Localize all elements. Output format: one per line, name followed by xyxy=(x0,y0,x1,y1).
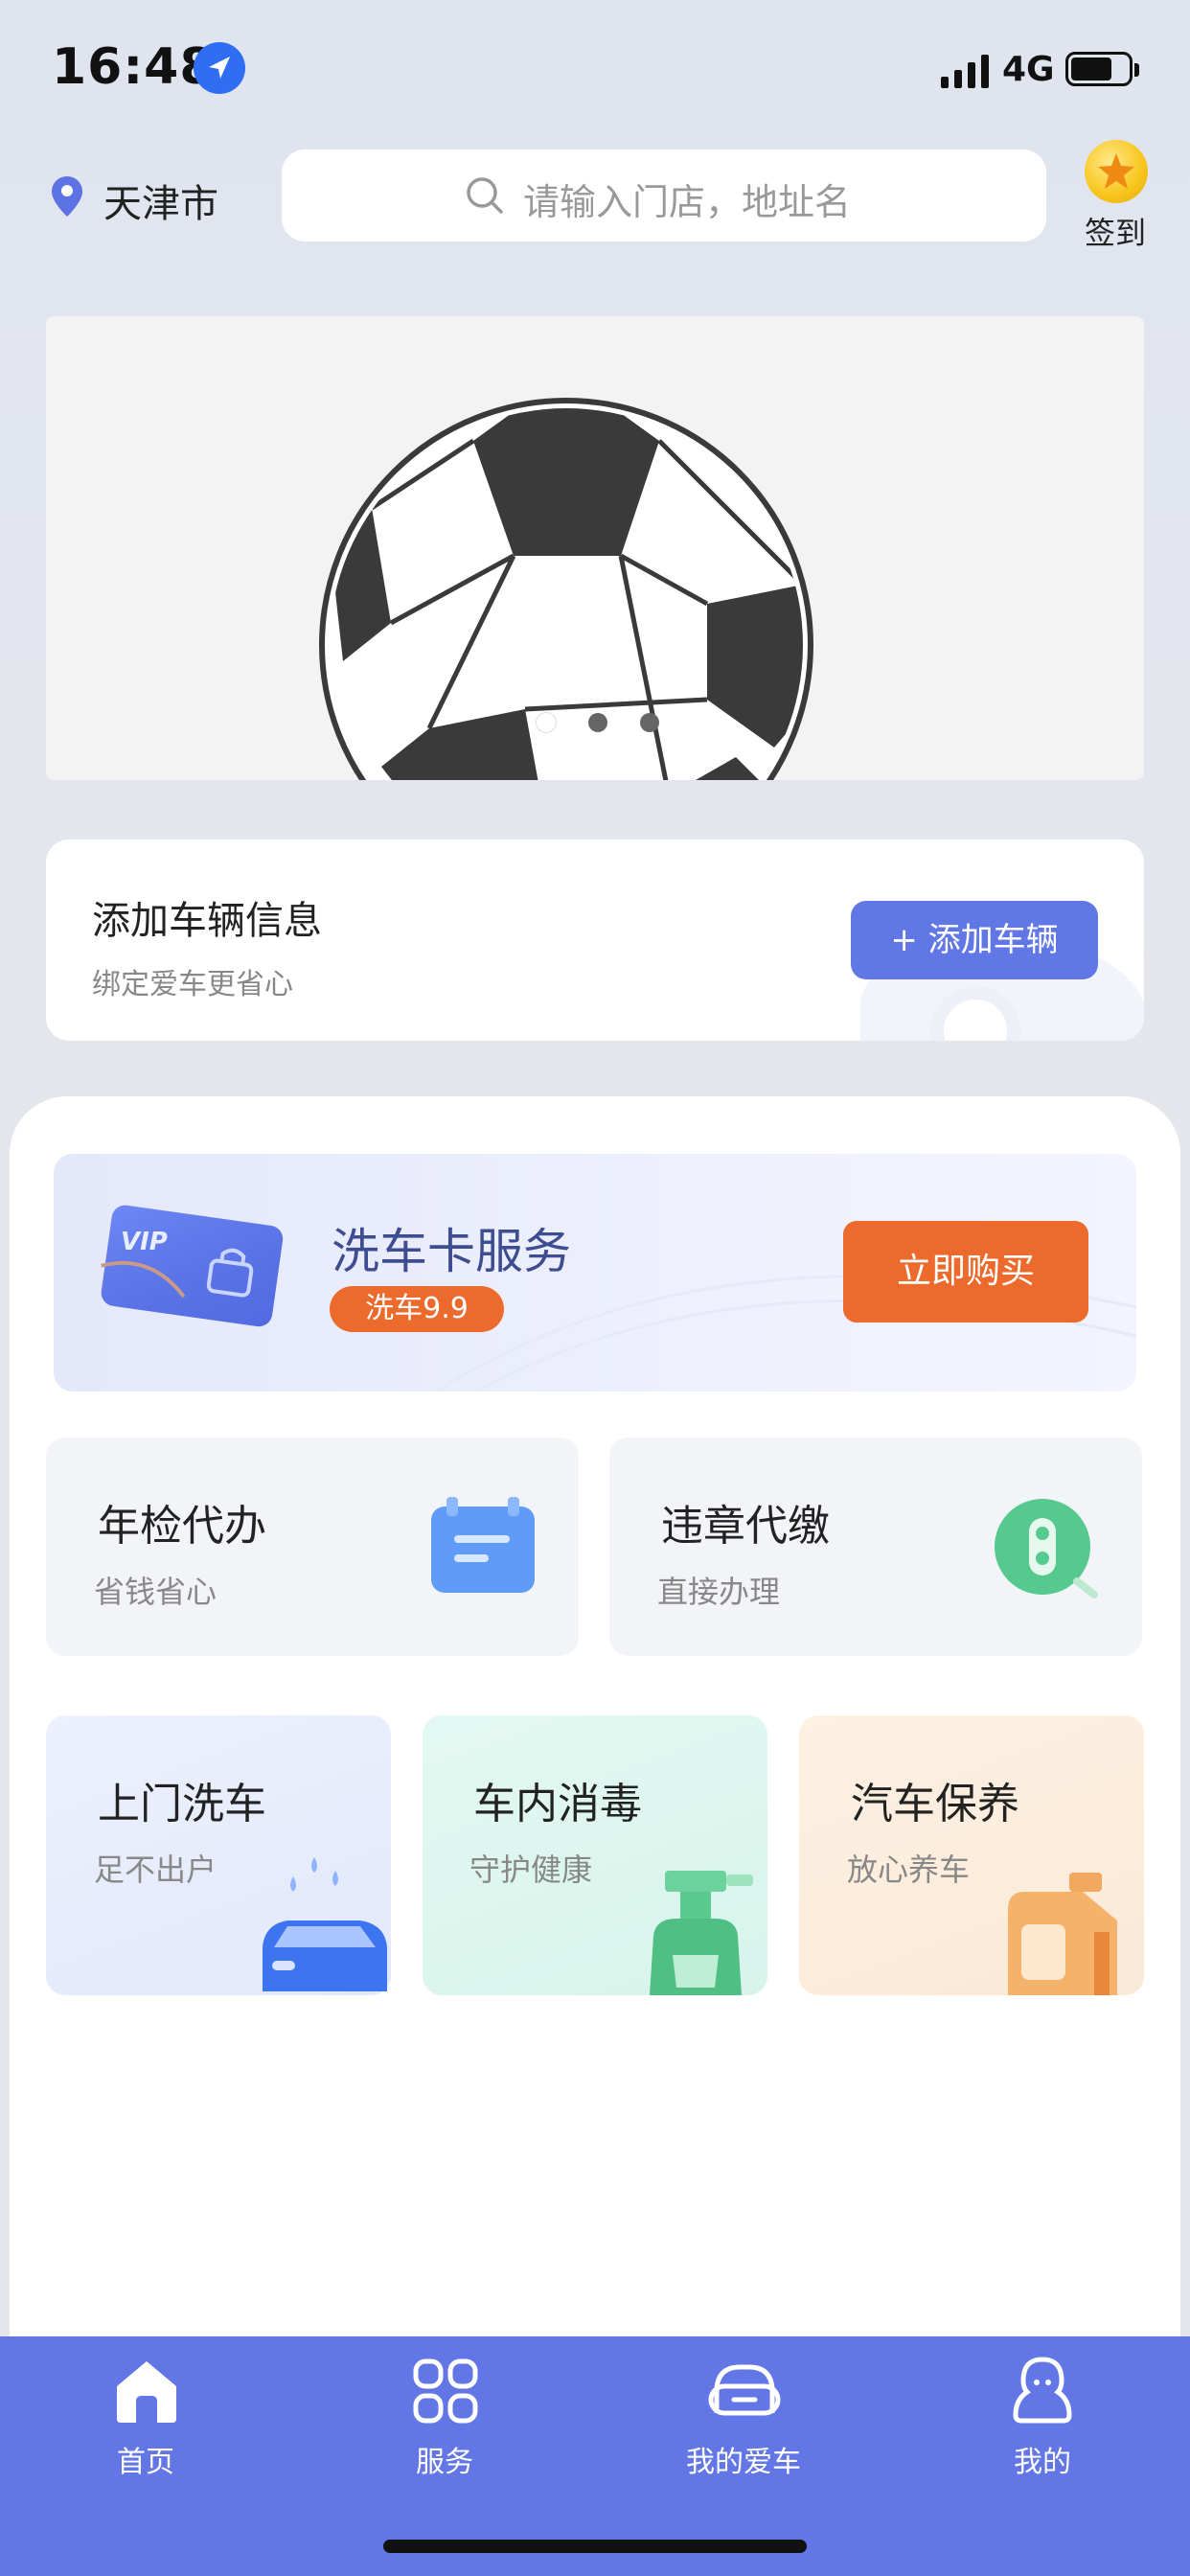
home-icon xyxy=(117,2361,176,2423)
tab-services[interactable]: 服务 xyxy=(349,2350,540,2484)
tab-label-services: 服务 xyxy=(416,2446,473,2479)
tile-title: 上门洗车 xyxy=(98,1780,266,1828)
tab-label-home: 首页 xyxy=(117,2446,174,2479)
tile-title: 车内消毒 xyxy=(473,1780,642,1828)
car-icon xyxy=(708,2364,781,2416)
vip-card-icon: VIP xyxy=(101,1205,284,1327)
car-wash-icon xyxy=(263,1857,387,1991)
city-selector[interactable]: 天津市 xyxy=(103,172,218,228)
carousel-dot-3[interactable] xyxy=(640,713,659,732)
tab-home[interactable]: 首页 xyxy=(50,2350,241,2484)
spray-bottle-icon xyxy=(650,1871,753,1995)
traffic-light-icon xyxy=(995,1499,1098,1598)
service-title: 年检代办 xyxy=(98,1502,266,1551)
tab-my-car[interactable]: 我的爱车 xyxy=(648,2350,839,2484)
tile-title: 汽车保养 xyxy=(851,1780,1019,1828)
tile-subtitle: 足不出户 xyxy=(94,1852,217,1888)
battery-tip xyxy=(1134,63,1139,77)
buy-now-button[interactable]: 立即购买 xyxy=(843,1221,1088,1322)
home-indicator xyxy=(383,2540,807,2553)
oil-can-icon xyxy=(1008,1873,1117,1995)
vip-card-label: VIP xyxy=(121,1228,168,1256)
tab-label-profile: 我的 xyxy=(1014,2446,1071,2479)
battery-level xyxy=(1071,58,1111,80)
grid-icon xyxy=(413,2358,478,2424)
tile-subtitle: 守护健康 xyxy=(469,1852,593,1888)
calendar-icon xyxy=(431,1497,535,1593)
soccer-ball-image xyxy=(319,398,813,780)
tab-label-my-car: 我的爱车 xyxy=(686,2446,801,2479)
tile-subtitle: 放心养车 xyxy=(847,1852,971,1888)
service-subtitle: 直接办理 xyxy=(657,1574,781,1610)
search-placeholder: 请输入门店，地址名 xyxy=(523,181,852,223)
banner-carousel[interactable] xyxy=(46,316,1144,780)
service-title: 违章代缴 xyxy=(661,1502,830,1551)
wash-card-title: 洗车卡服务 xyxy=(332,1224,571,1279)
status-time: 16:48 xyxy=(52,38,216,96)
signin-star-icon[interactable] xyxy=(1085,140,1148,203)
add-vehicle-subtitle: 绑定爱车更省心 xyxy=(92,968,293,1001)
profile-icon xyxy=(1013,2357,1072,2424)
tab-profile[interactable]: 我的 xyxy=(947,2350,1138,2484)
location-pin-icon[interactable] xyxy=(52,176,82,217)
service-subtitle: 省钱省心 xyxy=(94,1574,217,1610)
network-type: 4G xyxy=(1002,50,1055,89)
wash-price-badge: 洗车9.9 xyxy=(330,1286,504,1332)
signal-icon xyxy=(941,55,989,88)
add-vehicle-title: 添加车辆信息 xyxy=(92,899,322,943)
carousel-dot-2[interactable] xyxy=(588,713,607,732)
search-icon xyxy=(467,177,503,214)
add-vehicle-button[interactable]: + 添加车辆 xyxy=(851,901,1098,979)
location-arrow-icon xyxy=(194,42,245,94)
carousel-dot-1[interactable] xyxy=(537,713,556,732)
signin-label[interactable]: 签到 xyxy=(1085,209,1146,253)
